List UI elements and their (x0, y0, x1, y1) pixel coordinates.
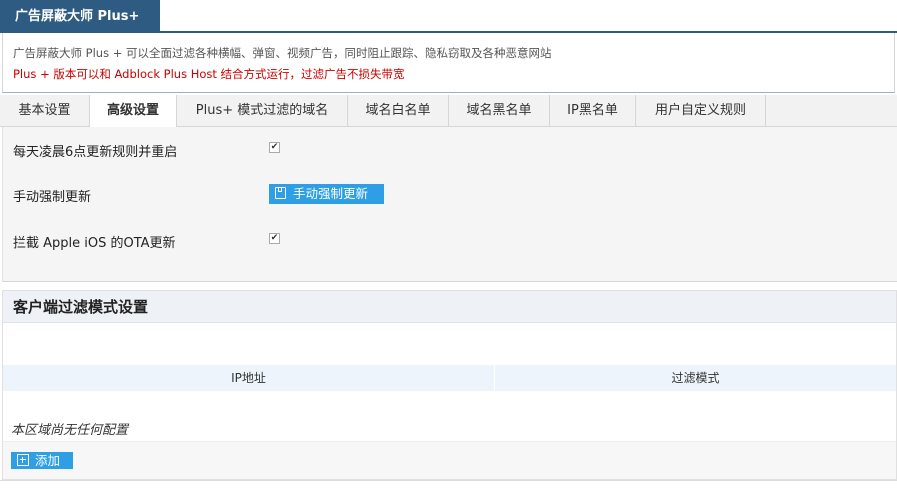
grid-header: IP地址 过滤模式 (3, 365, 896, 391)
column-header-ip: IP地址 (3, 365, 495, 391)
app-title-tab: 广告屏蔽大师 Plus+ (0, 0, 160, 33)
settings-tabs: 基本设置 高级设置 Plus+ 模式过滤的域名 域名白名单 域名黑名单 IP黑名… (0, 95, 897, 127)
plus-icon (17, 454, 29, 466)
tab-user-custom-rules[interactable]: 用户自定义规则 (636, 95, 766, 126)
empty-message: 本区域尚无任何配置 (11, 423, 129, 438)
tab-domain-blacklist[interactable]: 域名黑名单 (449, 95, 550, 126)
tab-advanced-settings[interactable]: 高级设置 (90, 95, 177, 127)
description-text: 广告屏蔽大师 Plus + 可以全面过滤各种横幅、弹窗、视频广告，同时阻止跟踪、… (13, 46, 552, 60)
tab-basic-settings[interactable]: 基本设置 (0, 95, 90, 126)
block-ios-ota-label: 拦截 Apple iOS 的OTA更新 (13, 236, 176, 251)
section-title: 客户端过滤模式设置 (3, 291, 896, 323)
description-note: Plus + 版本可以和 Adblock Plus Host 结合方式运行，过滤… (13, 67, 405, 81)
bottom-divider (0, 480, 897, 481)
column-header-filter-mode: 过滤模式 (671, 371, 720, 385)
client-filter-section: 客户端过滤模式设置 IP地址 过滤模式 本区域尚无任何配置 添加 (2, 290, 897, 480)
add-button[interactable]: 添加 (11, 452, 73, 469)
block-ios-ota-checkbox[interactable]: ✔ (269, 233, 280, 244)
tab-plus-mode-domains[interactable]: Plus+ 模式过滤的域名 (177, 95, 348, 126)
grid-footer: 添加 (3, 441, 896, 479)
manual-update-label: 手动强制更新 (13, 190, 92, 205)
add-button-label: 添加 (35, 453, 61, 468)
save-icon (275, 187, 286, 199)
daily-update-checkbox[interactable]: ✔ (269, 142, 280, 153)
description-panel: 广告屏蔽大师 Plus + 可以全面过滤各种横幅、弹窗、视频广告，同时阻止跟踪、… (2, 33, 895, 93)
tab-ip-blacklist[interactable]: IP黑名单 (550, 95, 636, 126)
daily-update-label: 每天凌晨6点更新规则并重启 (13, 145, 178, 160)
manual-update-button[interactable]: 手动强制更新 (269, 184, 384, 204)
manual-update-button-label: 手动强制更新 (293, 186, 369, 201)
tab-domain-whitelist[interactable]: 域名白名单 (348, 95, 449, 126)
advanced-settings-panel: 每天凌晨6点更新规则并重启 ✔ 手动强制更新 手动强制更新 拦截 Apple i… (2, 127, 897, 282)
